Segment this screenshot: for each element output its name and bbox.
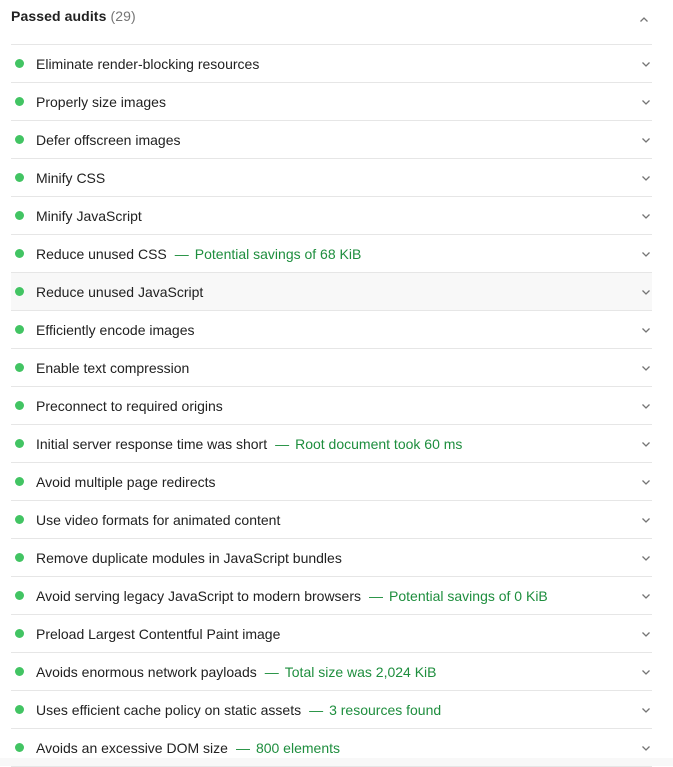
chevron-down-icon[interactable] xyxy=(641,59,651,69)
pass-status-dot-icon xyxy=(15,211,24,220)
pass-status-dot-icon xyxy=(15,249,24,258)
chevron-down-icon[interactable] xyxy=(641,363,651,373)
audit-display-value: Root document took 60 ms xyxy=(295,435,463,452)
pass-status-dot-icon xyxy=(15,477,24,486)
audit-title: Avoids enormous network payloads xyxy=(36,663,257,680)
audit-row[interactable]: Initial server response time was short —… xyxy=(11,425,652,463)
audit-title: Avoid serving legacy JavaScript to moder… xyxy=(36,587,362,604)
chevron-down-icon[interactable] xyxy=(641,553,651,563)
audit-title: Properly size images xyxy=(36,93,166,110)
group-count: (29) xyxy=(110,8,136,24)
audit-title: Defer offscreen images xyxy=(36,131,181,148)
audit-row[interactable]: Avoids enormous network payloads — Total… xyxy=(11,653,652,691)
audit-row[interactable]: Properly size images xyxy=(11,83,652,121)
audit-row[interactable]: Defer offscreen images xyxy=(11,121,652,159)
audit-display-value: Potential savings of 0 KiB xyxy=(389,587,548,604)
chevron-down-icon[interactable] xyxy=(641,287,651,297)
chevron-down-icon[interactable] xyxy=(641,477,651,487)
audit-row[interactable]: Eliminate render-blocking resources xyxy=(11,45,652,83)
audit-display-value: Total size was 2,024 KiB xyxy=(284,663,437,680)
chevron-up-icon[interactable] xyxy=(639,15,649,25)
chevron-down-icon[interactable] xyxy=(641,401,651,411)
audit-row[interactable]: Reduce unused JavaScript xyxy=(11,273,652,311)
audit-row[interactable]: Reduce unused CSS — Potential savings of… xyxy=(11,235,652,273)
audit-row[interactable]: Enable text compression xyxy=(11,349,652,387)
chevron-down-icon[interactable] xyxy=(641,591,651,601)
audit-row[interactable]: Use video formats for animated content xyxy=(11,501,652,539)
pass-status-dot-icon xyxy=(15,325,24,334)
audit-title: Minify CSS xyxy=(36,169,106,186)
chevron-down-icon[interactable] xyxy=(641,439,651,449)
chevron-down-icon[interactable] xyxy=(641,515,651,525)
audit-display-value: Potential savings of 68 KiB xyxy=(194,245,362,262)
chevron-down-icon[interactable] xyxy=(641,705,651,715)
audit-title: Minify JavaScript xyxy=(36,207,142,224)
audit-title: Initial server response time was short xyxy=(36,435,268,452)
pass-status-dot-icon xyxy=(15,515,24,524)
pass-status-dot-icon xyxy=(15,743,24,752)
chevron-down-icon[interactable] xyxy=(641,97,651,107)
audit-title: Preconnect to required origins xyxy=(36,397,223,414)
audit-title: Reduce unused CSS xyxy=(36,245,167,262)
audit-title: Enable text compression xyxy=(36,359,190,376)
audit-title: Use video formats for animated content xyxy=(36,511,281,528)
chevron-down-icon[interactable] xyxy=(641,667,651,677)
audit-row[interactable]: Preconnect to required origins xyxy=(11,387,652,425)
pass-status-dot-icon xyxy=(15,97,24,106)
audit-row[interactable]: Efficiently encode images xyxy=(11,311,652,349)
audit-title: Preload Largest Contentful Paint image xyxy=(36,625,281,642)
pass-status-dot-icon xyxy=(15,401,24,410)
pass-status-dot-icon xyxy=(15,59,24,68)
chevron-down-icon[interactable] xyxy=(641,325,651,335)
chevron-down-icon[interactable] xyxy=(641,211,651,221)
audit-display-value: 800 elements xyxy=(255,739,340,756)
pass-status-dot-icon xyxy=(15,591,24,600)
chevron-down-icon[interactable] xyxy=(641,743,651,753)
pass-status-dot-icon xyxy=(15,553,24,562)
audit-row[interactable]: Avoid multiple page redirects xyxy=(11,463,652,501)
audit-title: Efficiently encode images xyxy=(36,321,195,338)
group-title: Passed audits (29) xyxy=(11,8,136,24)
audit-display-separator: — xyxy=(174,245,189,262)
audit-title: Eliminate render-blocking resources xyxy=(36,55,260,72)
audit-list: Eliminate render-blocking resources Prop… xyxy=(11,45,652,767)
chevron-down-icon[interactable] xyxy=(641,173,651,183)
audit-row[interactable]: Minify JavaScript xyxy=(11,197,652,235)
audit-display-separator: — xyxy=(264,663,279,680)
pass-status-dot-icon xyxy=(15,135,24,144)
audit-title: Remove duplicate modules in JavaScript b… xyxy=(36,549,342,566)
audit-title: Reduce unused JavaScript xyxy=(36,283,204,300)
audit-display-value: 3 resources found xyxy=(329,701,442,718)
audit-row[interactable]: Minify CSS xyxy=(11,159,652,197)
pass-status-dot-icon xyxy=(15,667,24,676)
audit-display-separator: — xyxy=(275,435,290,452)
passed-audits-header[interactable]: Passed audits (29) xyxy=(11,0,652,45)
pass-status-dot-icon xyxy=(15,287,24,296)
audit-title: Avoids an excessive DOM size xyxy=(36,739,228,756)
group-title-text: Passed audits xyxy=(11,8,107,24)
audit-display-separator: — xyxy=(235,739,250,756)
audit-row[interactable]: Preload Largest Contentful Paint image xyxy=(11,615,652,653)
pass-status-dot-icon xyxy=(15,173,24,182)
chevron-down-icon[interactable] xyxy=(641,135,651,145)
audit-title: Uses efficient cache policy on static as… xyxy=(36,701,302,718)
pass-status-dot-icon xyxy=(15,363,24,372)
passed-audits-group: Passed audits (29) Eliminate render-bloc… xyxy=(11,0,652,767)
pass-status-dot-icon xyxy=(15,629,24,638)
audit-row[interactable]: Uses efficient cache policy on static as… xyxy=(11,691,652,729)
chevron-down-icon[interactable] xyxy=(641,629,651,639)
audit-row[interactable]: Remove duplicate modules in JavaScript b… xyxy=(11,539,652,577)
audit-title: Avoid multiple page redirects xyxy=(36,473,216,490)
pass-status-dot-icon xyxy=(15,439,24,448)
chevron-down-icon[interactable] xyxy=(641,249,651,259)
audit-display-separator: — xyxy=(369,587,384,604)
pass-status-dot-icon xyxy=(15,705,24,714)
audit-display-separator: — xyxy=(309,701,324,718)
audit-row[interactable]: Avoid serving legacy JavaScript to moder… xyxy=(11,577,652,615)
bottom-area xyxy=(0,758,673,766)
